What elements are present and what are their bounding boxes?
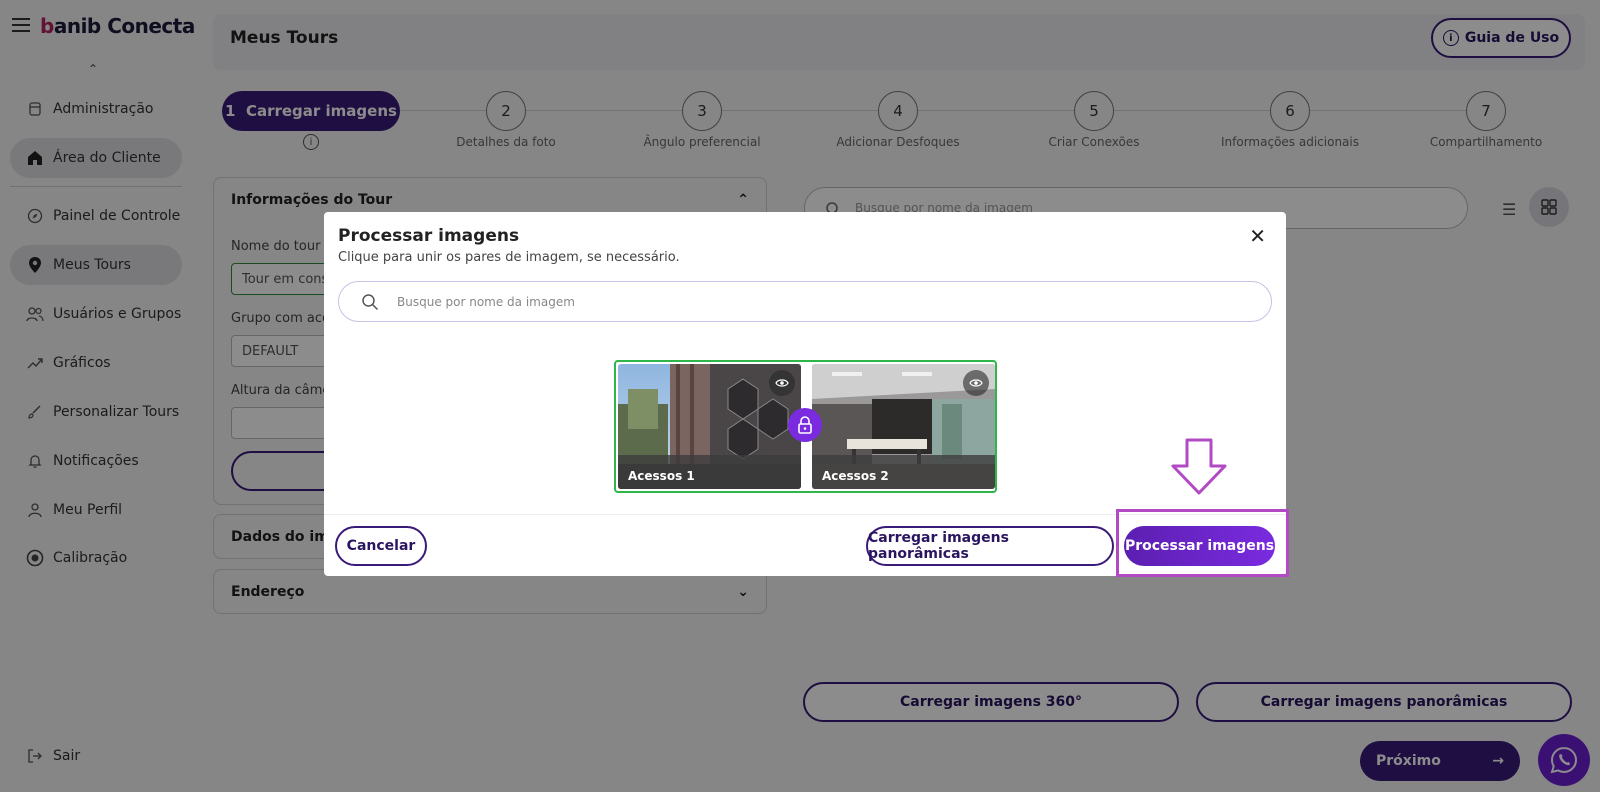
modal-subtitle: Clique para unir os pares de imagem, se … — [338, 250, 680, 265]
eye-icon[interactable] — [963, 370, 989, 396]
image-caption: Acessos 1 — [618, 455, 801, 489]
lock-icon — [798, 416, 812, 434]
upload-panoramic-button[interactable]: Carregar imagens panorâmicas — [866, 526, 1114, 566]
highlight-box — [1116, 509, 1289, 577]
modal-search-input[interactable]: Busque por nome da imagem — [338, 281, 1272, 322]
close-icon[interactable]: ✕ — [1249, 226, 1266, 246]
arrow-down-icon — [1171, 438, 1227, 495]
image-caption: Acessos 2 — [812, 455, 995, 489]
eye-icon[interactable] — [769, 370, 795, 396]
lock-pair-button[interactable] — [788, 408, 822, 442]
cancel-button[interactable]: Cancelar — [335, 526, 427, 566]
search-icon — [362, 294, 379, 311]
image-pair[interactable]: Acessos 1 Acessos 2 — [614, 360, 997, 493]
image-thumbnail[interactable]: Acessos 2 — [812, 364, 995, 489]
modal-title: Processar imagens — [338, 226, 520, 246]
image-thumbnail[interactable]: Acessos 1 — [618, 364, 801, 489]
